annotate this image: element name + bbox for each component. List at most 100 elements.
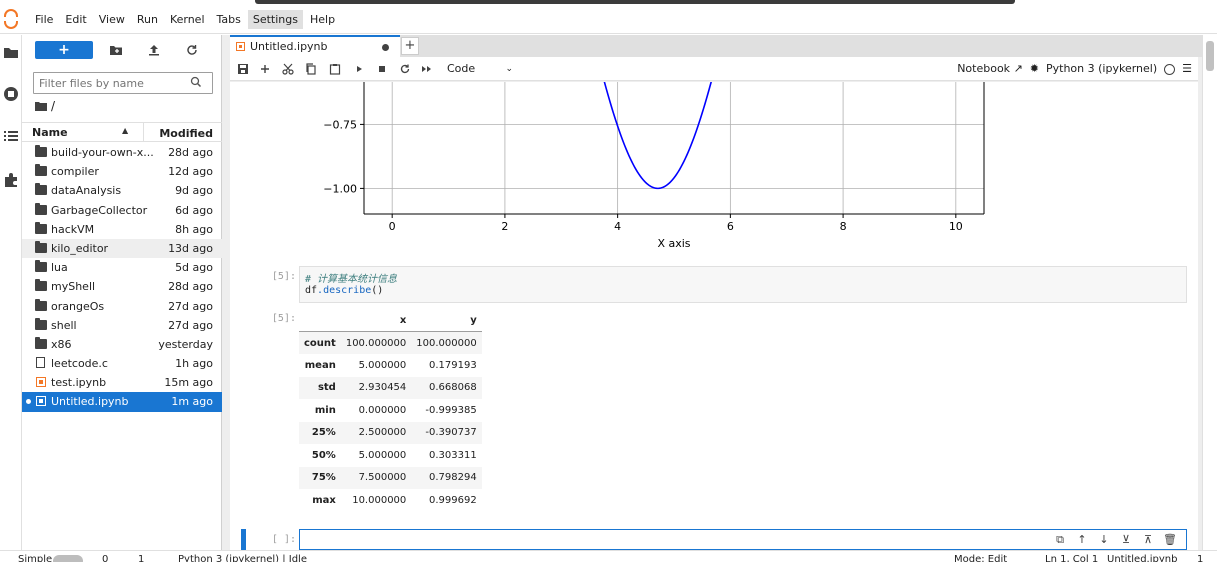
menu-bar: File Edit View Run Kernel Tabs Settings … [0,6,1217,34]
notebook-toolbar: Code ⌄ Notebook ↗ ✹ Python 3 (ipykernel)… [230,57,1198,81]
simple-mode-toggle[interactable] [53,555,83,562]
x-tick-label: 0 [389,220,396,233]
file-name: Untitled.ipynb [51,395,129,409]
file-row[interactable]: leetcode.c 1h ago [22,354,222,373]
file-row[interactable]: build-your-own-x... 28d ago [22,143,222,162]
code-args: () [371,285,384,296]
code-comment: # 计算基本统计信息 [305,274,398,285]
file-row[interactable]: Untitled.ipynb 1m ago [22,392,222,412]
file-modified: 8h ago [175,222,213,236]
delete-cell-icon[interactable]: 🗑 [1163,533,1177,547]
file-row[interactable]: GarbageCollector 6d ago [22,201,222,220]
file-row[interactable]: orangeOs 27d ago [22,297,222,316]
kernel-count[interactable]: 1 [138,554,144,562]
kernel-name-button[interactable]: Python 3 (ipykernel) [1046,61,1157,77]
fast-forward-icon[interactable] [420,61,434,77]
cell-type-select[interactable]: Code ⌄ [447,61,513,77]
table-cell: 0.303311 [429,449,477,461]
copy-icon[interactable] [304,61,318,77]
menu-run[interactable]: Run [132,10,163,29]
scrollbar-thumb[interactable] [1206,41,1214,71]
duplicate-cell-icon[interactable]: ⧉ [1053,533,1067,547]
active-cell-editor[interactable]: ⧉ ↑ ↓ ⊻ ⊼ 🗑 [299,529,1187,550]
file-modified: 1h ago [175,357,213,371]
file-row[interactable]: myShell 28d ago [22,277,222,296]
menu-settings[interactable]: Settings [247,10,303,29]
input-prompt: [5]: [271,271,296,282]
file-row[interactable]: dataAnalysis 9d ago [22,181,222,200]
table-row: 75% 7.500000 0.798294 [299,466,482,489]
notification-count[interactable]: 1 [1197,554,1203,562]
move-down-icon[interactable]: ↓ [1097,533,1111,547]
tab-untitled-ipynb[interactable]: Untitled.ipynb [230,35,400,57]
terminal-count[interactable]: 0 [102,554,108,562]
table-of-contents-icon[interactable] [2,127,20,145]
file-name: lua [51,261,68,275]
kernel-status-icon [1164,63,1176,75]
file-name: orangeOs [51,299,105,313]
code-cell-editor[interactable]: # 计算基本统计信息 df.describe() [299,266,1187,303]
file-browser: + Filter files by name / Name ▲ Modified… [22,35,222,550]
file-row[interactable]: hackVM 8h ago [22,220,222,239]
file-modified: 27d ago [168,318,213,332]
x-tick-label: 4 [614,220,621,233]
menu-kernel[interactable]: Kernel [165,10,210,29]
file-icon [36,357,45,369]
folder-icon [35,202,47,215]
restart-kernel-icon[interactable] [398,61,412,77]
tab-label: Untitled.ipynb [250,40,328,53]
file-row[interactable]: compiler 12d ago [22,162,222,181]
jupyter-logo-icon [2,8,24,31]
search-icon [190,76,202,88]
cut-icon[interactable] [281,61,295,77]
file-row[interactable]: lua 5d ago [22,258,222,277]
kernel-status-text[interactable]: Python 3 (ipykernel) | Idle [178,554,307,562]
paste-icon[interactable] [328,61,342,77]
menu-tabs[interactable]: Tabs [212,10,246,29]
refresh-icon[interactable] [184,42,200,58]
insert-below-icon[interactable]: ⊼ [1141,533,1155,547]
table-cell: 5.000000 [358,449,407,461]
upload-icon[interactable] [146,42,162,58]
file-row[interactable]: x86 yesterday [22,335,222,354]
insert-above-icon[interactable]: ⊻ [1119,533,1133,547]
notebook-panel: 0246810−0.50−0.75−1.00X axis [5]: # 计算基本… [230,82,1198,550]
folder-icon[interactable] [2,43,20,61]
file-modified: 27d ago [168,299,213,313]
new-launcher-button[interactable]: + [35,41,93,59]
add-tab-button[interactable]: + [401,37,419,55]
file-row[interactable]: shell 27d ago [22,316,222,335]
row-label: 25% [311,427,336,439]
column-name-header[interactable]: Name [32,126,68,139]
file-row[interactable]: kilo_editor 13d ago [22,238,222,259]
debugger-bug-icon[interactable]: ✹ [1030,61,1039,77]
move-up-icon[interactable]: ↑ [1075,533,1089,547]
insert-cell-icon[interactable] [258,61,272,77]
menu-icon[interactable]: ☰ [1182,61,1192,77]
file-filter-input[interactable]: Filter files by name [33,72,213,94]
stop-icon[interactable] [375,61,389,77]
chevron-down-icon: ⌄ [505,64,513,74]
menu-edit[interactable]: Edit [60,10,91,29]
row-label: count [304,337,336,349]
menu-help[interactable]: Help [305,10,340,29]
running-kernels-icon[interactable] [2,85,20,103]
breadcrumb-root[interactable]: / [51,99,55,113]
file-modified: 13d ago [168,241,213,255]
menu-file[interactable]: File [30,10,58,29]
folder-icon [35,317,47,330]
save-icon[interactable] [236,61,250,77]
open-in-notebook-link[interactable]: Notebook ↗ [957,61,1023,77]
run-cell-icon[interactable] [352,61,366,77]
y-tick-label: −0.75 [323,118,357,131]
new-folder-icon[interactable] [108,42,124,58]
table-row: mean 5.000000 0.179193 [299,354,482,377]
menu-view[interactable]: View [94,10,130,29]
column-modified-header[interactable]: Modified [159,127,213,140]
folder-icon[interactable] [35,101,47,111]
unsaved-indicator-icon[interactable] [382,44,389,51]
extension-puzzle-icon[interactable] [2,171,20,189]
file-name: GarbageCollector [51,203,148,217]
cursor-position[interactable]: Ln 1, Col 1 [1045,554,1098,562]
file-row[interactable]: test.ipynb 15m ago [22,373,222,392]
